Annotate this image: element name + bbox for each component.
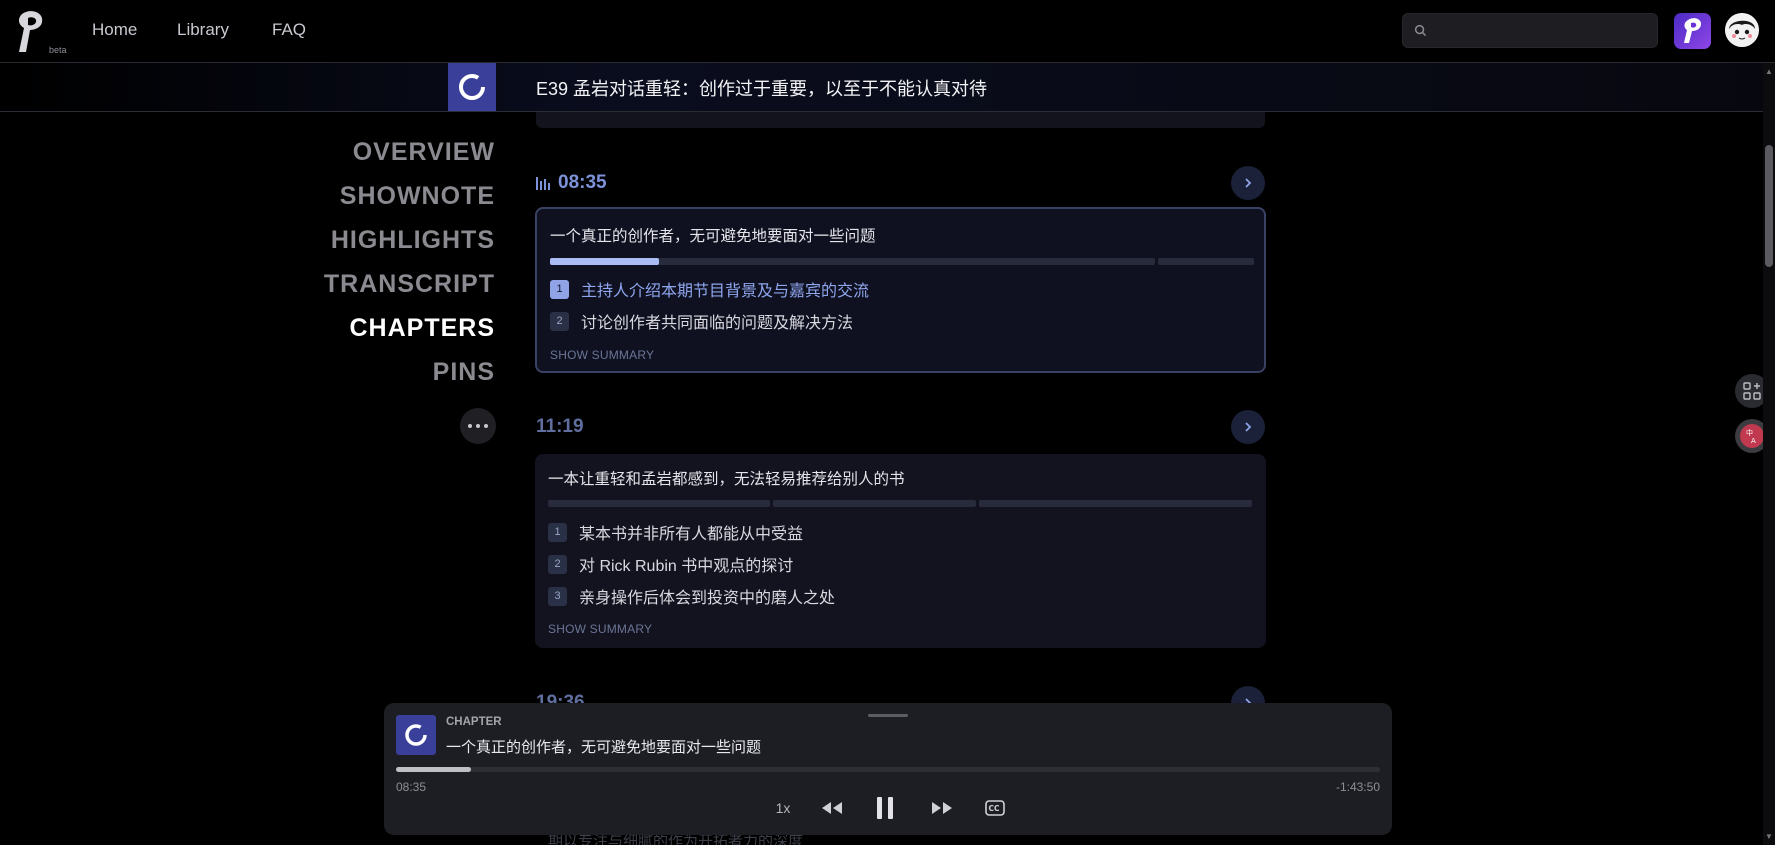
progress-fill	[396, 767, 471, 772]
nav-home-link[interactable]: Home	[92, 20, 137, 40]
chapter-card[interactable]: 一个真正的创作者，无可避免地要面对一些问题 1 主持人介绍本期节目背景及与嘉宾的…	[535, 207, 1266, 373]
avatar[interactable]	[1725, 13, 1759, 47]
chapter-time-label: 11:19	[536, 416, 584, 437]
remaining-time: -1:43:50	[1335, 780, 1380, 794]
captions-icon[interactable]: CC	[983, 793, 1007, 823]
search-input[interactable]	[1433, 20, 1651, 42]
episode-title: E39 孟岩对话重轻：创作过于重要，以至于不能认真对待	[536, 79, 988, 99]
search-box[interactable]	[1402, 13, 1658, 48]
svg-text:CC: CC	[989, 804, 1001, 813]
chevron-right-icon[interactable]	[1231, 166, 1265, 200]
rewind-icon[interactable]	[817, 793, 847, 823]
section-overview[interactable]: OVERVIEW	[353, 138, 495, 167]
show-summary-link[interactable]: SHOW SUMMARY	[548, 622, 652, 636]
section-highlights[interactable]: HIGHLIGHTS	[331, 226, 495, 255]
section-transcript[interactable]: TRANSCRIPT	[324, 270, 495, 299]
chapter-card[interactable]: 一本让重轻和孟岩都感到，无法轻易推荐给别人的书 1 某本书并非所有人都能从中受益…	[535, 454, 1266, 648]
app-icon[interactable]	[1674, 13, 1711, 49]
show-summary-link[interactable]: SHOW SUMMARY	[550, 348, 654, 362]
beta-badge: beta	[49, 45, 67, 55]
episode-cover-icon	[396, 715, 436, 755]
list-item[interactable]: 2 讨论创作者共同面临的问题及解决方法	[550, 309, 853, 333]
chapter-segment[interactable]	[550, 258, 1156, 265]
chapter-segment-track	[548, 500, 1252, 507]
list-item[interactable]: 1 主持人介绍本期节目背景及与嘉宾的交流	[550, 277, 869, 301]
player-chapter-title: 一个真正的创作者，无可避免地要面对一些问题	[446, 739, 762, 756]
list-item[interactable]: 2 对 Rick Rubin 书中观点的探讨	[548, 552, 793, 576]
chapter-time-label: 08:35	[558, 172, 607, 193]
section-chapters[interactable]: CHAPTERS	[349, 314, 495, 343]
search-icon	[1414, 24, 1427, 37]
nav-library-link[interactable]: Library	[177, 20, 229, 40]
chapter-timestamp[interactable]: 11:19	[536, 416, 584, 438]
speed-button[interactable]: 1x	[768, 793, 798, 823]
chapter-title: 一本让重轻和孟岩都感到，无法轻易推荐给别人的书	[548, 471, 905, 488]
episode-header: E39 孟岩对话重轻：创作过于重要，以至于不能认真对待	[0, 63, 1763, 112]
scrollbar[interactable]: ▲ ▼	[1763, 63, 1775, 845]
current-time: 08:35	[396, 780, 427, 794]
pause-icon[interactable]	[870, 793, 900, 823]
chapter-segment[interactable]	[1158, 258, 1254, 265]
segment-progress-fill	[550, 258, 659, 265]
drag-handle[interactable]	[868, 714, 908, 717]
episode-cover-icon	[448, 63, 496, 111]
progress-bar[interactable]	[396, 767, 1380, 772]
section-pins[interactable]: PINS	[433, 358, 495, 387]
waveform-icon	[536, 177, 550, 190]
forward-icon[interactable]	[927, 793, 957, 823]
more-icon[interactable]	[460, 408, 496, 444]
list-item[interactable]: 1 某本书并非所有人都能从中受益	[548, 520, 803, 544]
player-kicker: CHAPTER	[446, 716, 502, 728]
chapter-title: 一个真正的创作者，无可避免地要面对一些问题	[550, 228, 876, 245]
scroll-thumb[interactable]	[1765, 145, 1773, 267]
svg-text:中: 中	[1746, 428, 1753, 437]
svg-text:A: A	[1751, 437, 1756, 445]
scroll-down-icon[interactable]: ▼	[1765, 832, 1773, 841]
audio-player: CHAPTER 一个真正的创作者，无可避免地要面对一些问题 08:35 -1:4…	[384, 703, 1392, 835]
nav-faq-link[interactable]: FAQ	[272, 20, 306, 40]
chapter-segment-track	[550, 258, 1254, 265]
section-shownote[interactable]: SHOWNOTE	[340, 182, 495, 211]
chevron-right-icon[interactable]	[1231, 410, 1265, 444]
chapter-timestamp[interactable]: 08:35	[536, 172, 607, 194]
list-item[interactable]: 3 亲身操作后体会到投资中的磨人之处	[548, 584, 835, 608]
top-nav: beta Home Library FAQ	[0, 0, 1775, 63]
scroll-up-icon[interactable]: ▲	[1765, 67, 1773, 76]
